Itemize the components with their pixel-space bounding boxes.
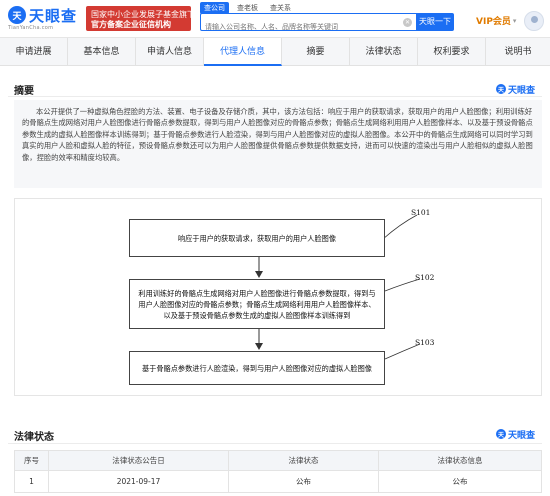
tab-legal-status[interactable]: 法律状态: [350, 38, 418, 66]
abstract-title: 摘要: [14, 86, 34, 97]
abstract-text: 本公开提供了一种虚拟角色捏脸的方法、装置、电子设备及存储介质，其中，该方法包括：…: [14, 100, 542, 188]
step-label-s102: S102: [415, 273, 435, 282]
gov-badge-line2: 官方备案企业征信机构: [91, 20, 171, 29]
search-button[interactable]: 天眼一下: [416, 13, 454, 31]
tab-description[interactable]: 说明书: [486, 38, 550, 66]
col-header-status: 法律状态: [228, 450, 379, 471]
legal-brand-logo: 天 天眼查: [496, 428, 542, 441]
logo-domain: TianYanCha.com: [8, 25, 54, 31]
patent-tab-nav: 申请进展 基本信息 申请人信息 代理人信息 摘要 法律状态 权利要求 说明书: [0, 38, 550, 66]
chevron-down-icon: ▾: [512, 16, 517, 25]
step-label-s101: S101: [411, 208, 431, 217]
cell-status: 公布: [228, 470, 379, 493]
cell-date: 2021-09-17: [48, 470, 229, 493]
abstract-figure: S101 S102 S103 响应于用户的获取请求，获取用户的用户人脸图像 利用…: [14, 198, 542, 396]
vip-label: VIP会员: [476, 17, 511, 27]
logo-text: 天眼查: [29, 6, 78, 25]
legal-status-title: 法律状态: [14, 432, 54, 443]
flow-step-s101: 响应于用户的获取请求，获取用户的用户人脸图像: [129, 219, 385, 257]
step-label-s103: S103: [415, 338, 435, 347]
avatar[interactable]: [524, 11, 544, 31]
section-divider: [8, 96, 542, 97]
gov-badge[interactable]: 国家中小企业发展子基金旗下 官方备案企业征信机构: [86, 6, 195, 31]
abstract-brand-logo: 天 天眼查: [496, 83, 542, 96]
col-header-no: 序号: [14, 450, 49, 471]
tab-abstract[interactable]: 摘要: [282, 38, 350, 66]
brand-text: 天眼查: [508, 85, 536, 96]
logo-main: 天 天眼查: [8, 6, 84, 25]
tab-applicant-info[interactable]: 申请人信息: [136, 38, 204, 66]
logo-mark-icon: 天: [8, 6, 26, 24]
flow-step-s102: 利用训练好的骨骼点生成网络对用户人脸图像进行骨骼点参数提取，得到与用户人脸图像对…: [129, 279, 385, 329]
tab-application-progress[interactable]: 申请进展: [0, 38, 68, 66]
search-box: ✕: [200, 13, 416, 35]
table-header-row: 序号 法律状态公告日 法律状态 法律状态信息: [14, 450, 542, 471]
clear-icon[interactable]: ✕: [403, 18, 412, 27]
flow-step-s103: 基于骨骼点参数进行人脸渲染，得到与用户人脸图像对应的虚拟人脸图像: [129, 351, 385, 385]
table-row: 1 2021-09-17 公布 公布: [14, 470, 542, 493]
tab-basic-info[interactable]: 基本信息: [68, 38, 136, 66]
col-header-info: 法律状态信息: [378, 450, 542, 471]
cell-no: 1: [14, 470, 49, 493]
legal-status-table: 序号 法律状态公告日 法律状态 法律状态信息 1 2021-09-17 公布 公…: [14, 450, 542, 493]
section-divider: [8, 443, 542, 444]
brand-mark-icon: 天: [496, 429, 506, 439]
tab-agent-info[interactable]: 代理人信息: [204, 38, 282, 66]
cell-info: 公布: [378, 470, 542, 493]
tianyancha-logo[interactable]: 天 天眼查 TianYanCha.com: [8, 6, 84, 32]
tab-claims[interactable]: 权利要求: [418, 38, 486, 66]
top-header: 天 天眼查 TianYanCha.com 国家中小企业发展子基金旗下 官方备案企…: [0, 0, 550, 38]
brand-mark-icon: 天: [496, 84, 506, 94]
col-header-date: 法律状态公告日: [48, 450, 229, 471]
search-input[interactable]: [201, 19, 391, 35]
brand-text: 天眼查: [508, 430, 536, 441]
vip-menu[interactable]: VIP会员 ▾: [476, 14, 517, 28]
